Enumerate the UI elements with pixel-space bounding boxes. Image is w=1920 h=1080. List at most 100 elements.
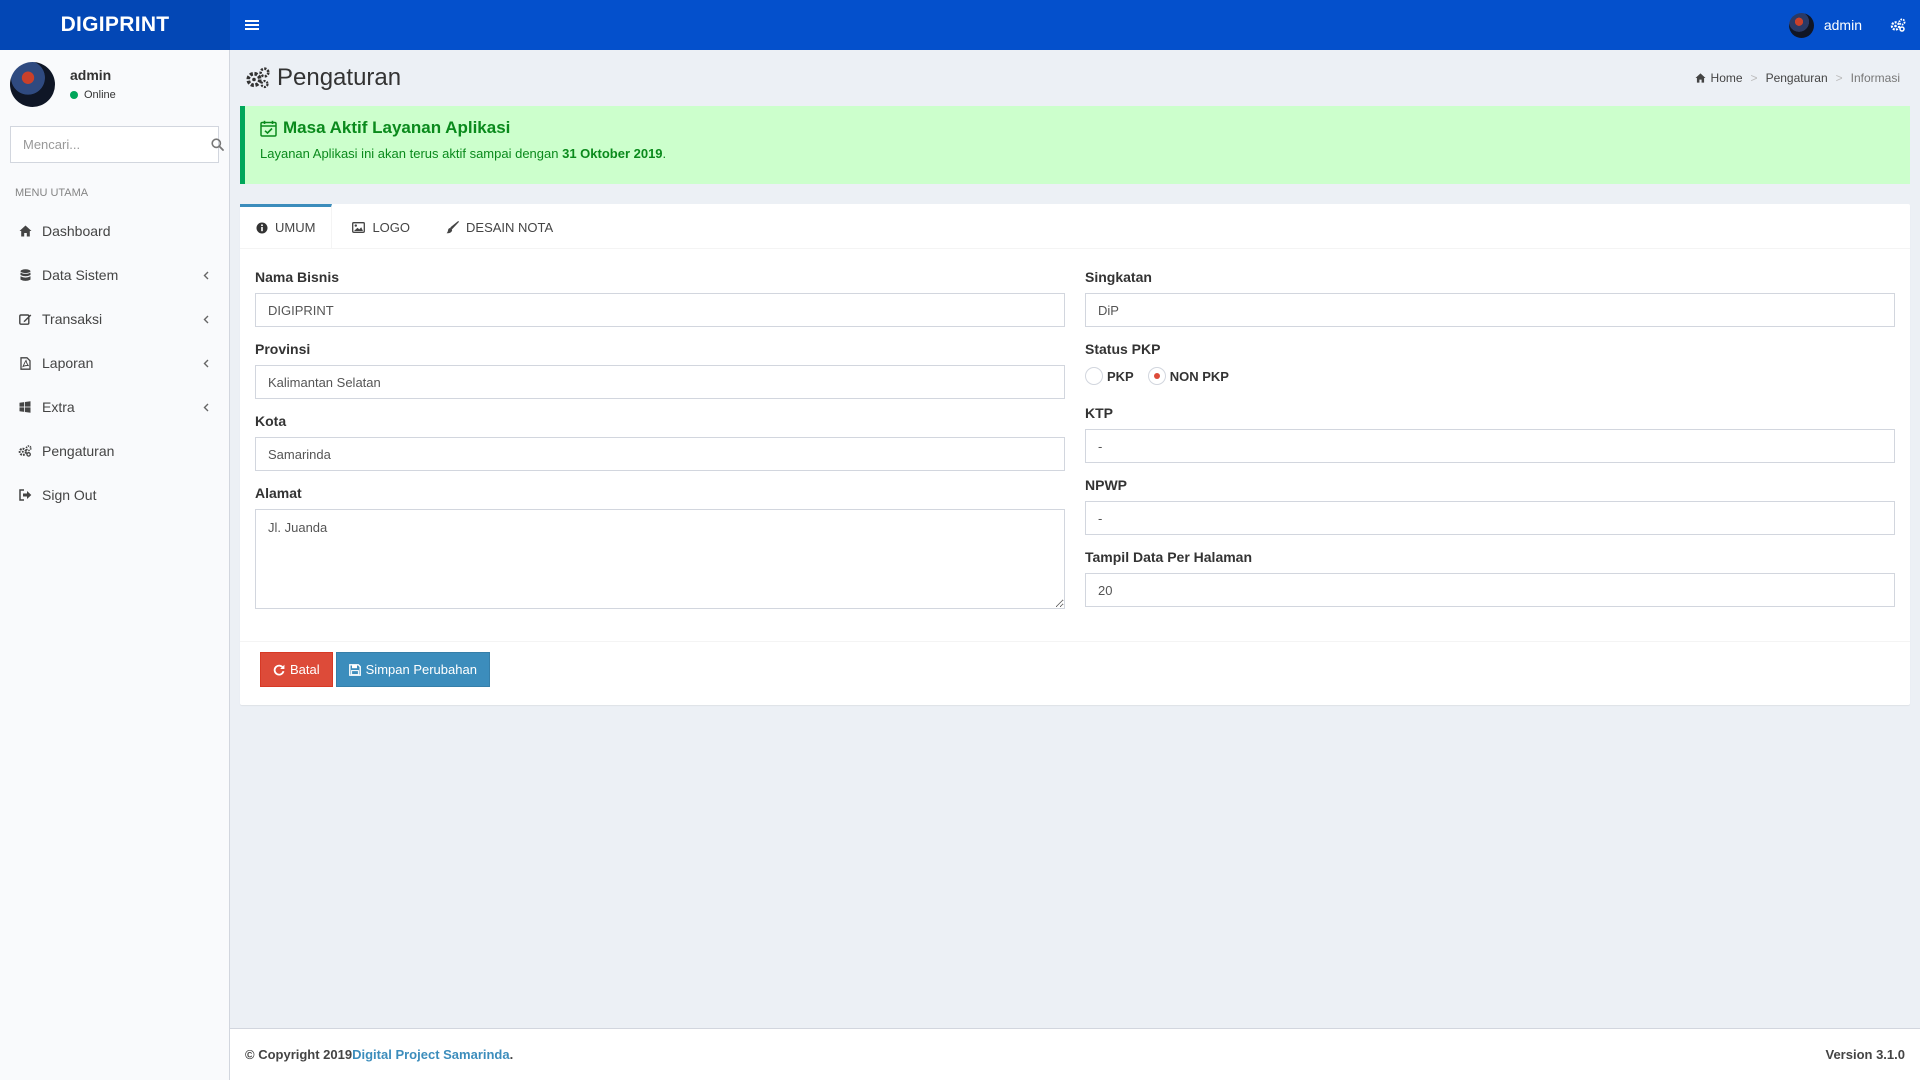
refresh-icon: [273, 664, 285, 675]
nama-bisnis-input[interactable]: [255, 293, 1065, 327]
sidebar-item-label: Sign Out: [42, 487, 97, 503]
search-icon: [211, 138, 224, 151]
radio-non-pkp[interactable]: NON PKP: [1147, 367, 1229, 385]
page-title: Pengaturan: [245, 64, 401, 92]
npwp-label: NPWP: [1085, 477, 1127, 493]
app-version: Version 3.1.0: [1825, 1047, 1906, 1062]
sidebar-user-name: admin: [70, 67, 112, 83]
breadcrumb-pengaturan[interactable]: Pengaturan: [1766, 71, 1828, 85]
sidebar-search-form: [10, 126, 224, 163]
settings-panel: UMUM LOGO DESAIN NOTA Nama Bisnis Provin…: [240, 204, 1910, 705]
search-input[interactable]: [11, 127, 211, 162]
radio-pkp[interactable]: PKP: [1085, 367, 1134, 385]
alert-body: Layanan Aplikasi ini akan terus aktif sa…: [260, 146, 1895, 161]
cancel-button[interactable]: Batal: [260, 652, 333, 687]
top-navbar: DIGIPRINT admin: [0, 0, 1920, 50]
per-halaman-input[interactable]: [1085, 573, 1895, 607]
form-column-left: Nama Bisnis Provinsi Kota Alamat Jl. Jua…: [255, 269, 1065, 626]
kota-input[interactable]: [255, 437, 1065, 471]
sidebar-item-label: Laporan: [42, 355, 94, 371]
sidebar-item-label: Transaksi: [42, 311, 103, 327]
singkatan-input[interactable]: [1085, 293, 1895, 327]
sidebar-item-label: Extra: [42, 399, 75, 415]
avatar: [10, 61, 55, 107]
breadcrumb-informasi: Informasi: [1850, 71, 1900, 85]
tab-desain-nota[interactable]: DESAIN NOTA: [430, 204, 569, 248]
tab-umum[interactable]: UMUM: [240, 204, 333, 248]
sidebar-item-laporan[interactable]: Laporan: [0, 341, 229, 385]
sidebar-item-label: Pengaturan: [42, 443, 115, 459]
control-sidebar-button[interactable]: [1876, 0, 1920, 50]
file-pdf-icon: [19, 356, 31, 370]
breadcrumb: Home > Pengaturan > Informasi: [1695, 71, 1905, 85]
gears-icon: [18, 445, 32, 457]
alamat-textarea[interactable]: Jl. Juanda: [255, 509, 1065, 609]
sidebar-toggle-button[interactable]: [230, 0, 274, 50]
edit-icon: [18, 314, 31, 325]
alert-title: Masa Aktif Layanan Aplikasi: [260, 118, 1895, 138]
sidebar-item-dashboard[interactable]: Dashboard: [0, 209, 229, 253]
sidebar-item-sign-out[interactable]: Sign Out: [0, 473, 229, 517]
status-pkp-radio-group: PKP NON PKP: [1085, 365, 1895, 387]
avatar: [1788, 12, 1814, 38]
tab-logo[interactable]: LOGO: [336, 204, 426, 248]
ktp-label: KTP: [1085, 405, 1113, 421]
sidebar-item-extra[interactable]: Extra: [0, 385, 229, 429]
paint-brush-icon: [446, 221, 459, 234]
calendar-check-icon: [260, 120, 277, 137]
radio-non-pkp-circle[interactable]: [1147, 367, 1166, 385]
chevron-left-icon: [203, 403, 209, 411]
copyright-suffix: .: [509, 1047, 514, 1062]
save-icon: [348, 663, 361, 676]
gears-icon: [246, 67, 270, 89]
chevron-left-icon: [203, 271, 209, 279]
sidebar-item-pengaturan[interactable]: Pengaturan: [0, 429, 229, 473]
home-icon: [19, 225, 31, 237]
ktp-input[interactable]: [1085, 429, 1895, 463]
search-button[interactable]: [211, 127, 224, 162]
radio-pkp-circle[interactable]: [1085, 367, 1103, 385]
breadcrumb-separator: >: [1750, 71, 1758, 85]
save-button[interactable]: Simpan Perubahan: [335, 652, 490, 687]
kota-label: Kota: [255, 413, 287, 429]
company-link[interactable]: Digital Project Samarinda: [352, 1047, 510, 1062]
windows-icon: [19, 401, 31, 413]
sidebar-user-status: Online: [84, 89, 116, 101]
service-period-alert: Masa Aktif Layanan Aplikasi Layanan Apli…: [240, 106, 1910, 184]
form-column-right: Singkatan Status PKP PKP NON PKP: [1085, 269, 1895, 626]
user-menu-name: admin: [1823, 17, 1862, 33]
breadcrumb-home[interactable]: Home: [1695, 71, 1743, 85]
tab-label: LOGO: [372, 220, 411, 235]
brand-logo[interactable]: DIGIPRINT: [0, 0, 230, 50]
alert-text-suffix: .: [662, 146, 667, 161]
info-circle-icon: [256, 222, 268, 233]
sidebar-item-transaksi[interactable]: Transaksi: [0, 297, 229, 341]
cancel-button-label: Batal: [290, 662, 320, 677]
chevron-left-icon: [203, 315, 209, 323]
tab-label: UMUM: [275, 220, 316, 235]
per-halaman-label: Tampil Data Per Halaman: [1085, 549, 1253, 565]
provinsi-input[interactable]: [255, 365, 1065, 399]
sidebar-user-panel: admin Online: [0, 50, 229, 118]
sidebar-item-label: Dashboard: [42, 223, 111, 239]
settings-form: Nama Bisnis Provinsi Kota Alamat Jl. Jua…: [240, 249, 1910, 626]
sidebar: admin Online MENU UTAMA Dashboard Data S…: [0, 50, 230, 1080]
content-header: Pengaturan Home > Pengaturan > Informasi: [240, 50, 1910, 106]
radio-pkp-label: PKP: [1107, 368, 1134, 384]
image-icon: [352, 222, 366, 233]
sidebar-item-data-sistem[interactable]: Data Sistem: [0, 253, 229, 297]
main-footer: © Copyright 2019 Digital Project Samarin…: [230, 1028, 1920, 1080]
npwp-input[interactable]: [1085, 501, 1895, 535]
home-icon: [1695, 73, 1706, 83]
sign-out-icon: [18, 489, 31, 501]
save-button-label: Simpan Perubahan: [365, 662, 477, 677]
sidebar-item-label: Data Sistem: [42, 267, 119, 283]
nama-bisnis-label: Nama Bisnis: [255, 269, 340, 285]
radio-non-pkp-label: NON PKP: [1169, 368, 1229, 384]
alert-date: 31 Oktober 2019: [562, 146, 663, 161]
settings-tabs: UMUM LOGO DESAIN NOTA: [240, 204, 1910, 249]
database-icon: [20, 268, 30, 281]
tab-label: DESAIN NOTA: [466, 220, 554, 235]
user-menu[interactable]: admin: [1775, 0, 1876, 50]
online-status-icon: [70, 91, 78, 99]
